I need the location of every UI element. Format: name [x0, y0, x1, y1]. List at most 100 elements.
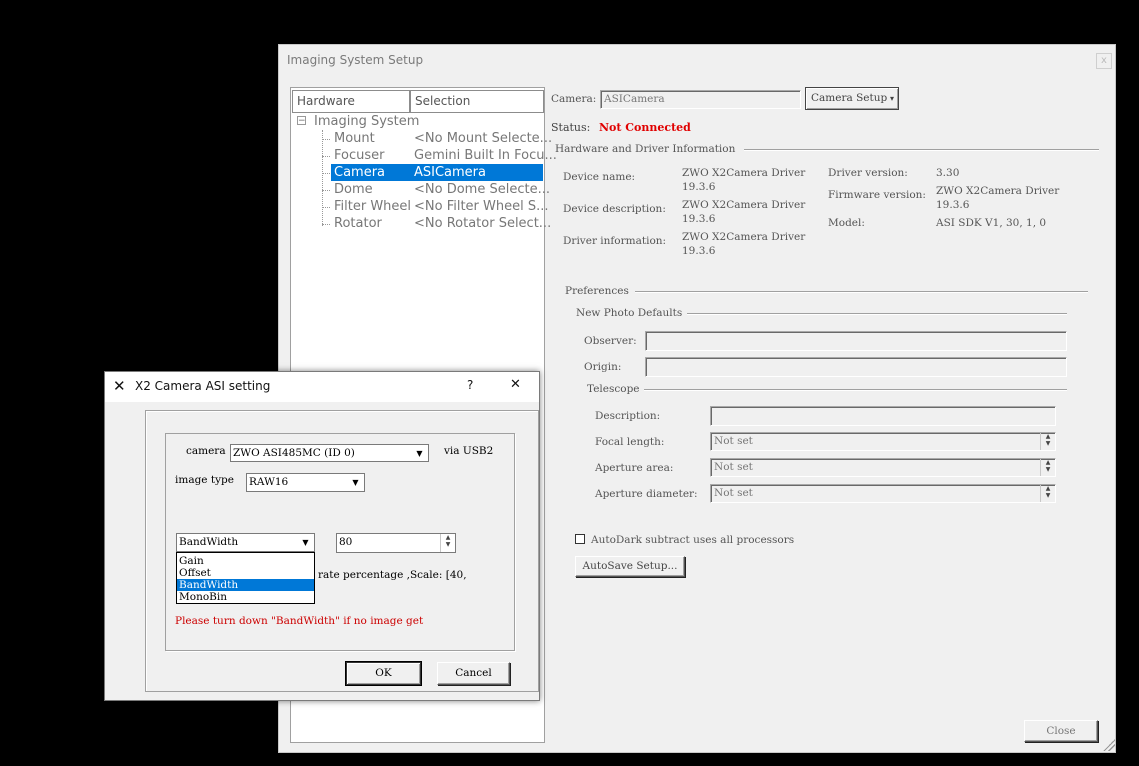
- aperture-area-field[interactable]: Not set ▲ ▼: [710, 458, 1056, 477]
- origin-field[interactable]: [645, 357, 1067, 377]
- status-value: Not Connected: [599, 121, 691, 134]
- dropdown-arrow-icon: ▾: [889, 94, 894, 103]
- aperture-diameter-value: Not set: [714, 487, 753, 499]
- camera-select-value: ZWO ASI485MC (ID 0): [233, 447, 355, 459]
- spin-down-icon[interactable]: ▼: [1041, 440, 1055, 447]
- driver-version-value: 3.30: [936, 167, 960, 179]
- control-option-monobin[interactable]: MonoBin: [177, 591, 314, 603]
- tree-collapse-toggle[interactable]: −: [297, 116, 306, 126]
- observer-field[interactable]: [645, 331, 1067, 351]
- telescope-description-label: Description:: [595, 410, 661, 422]
- window-close-button[interactable]: x: [1096, 53, 1112, 69]
- control-option-bandwidth[interactable]: BandWidth: [177, 579, 314, 591]
- aperture-area-spinner[interactable]: ▲ ▼: [1040, 459, 1055, 476]
- spin-up-icon[interactable]: ▲: [1041, 485, 1055, 492]
- tree-item-rotator-selection: <No Rotator Select...: [414, 216, 552, 231]
- via-usb-label: via USB2: [444, 445, 494, 457]
- control-select[interactable]: BandWidth ▼: [176, 533, 315, 552]
- tree-guide-line: [322, 207, 330, 208]
- telescope-description-field[interactable]: [710, 406, 1056, 426]
- dialog-close-button[interactable]: ✕: [510, 377, 521, 392]
- camera-select-label: camera: [186, 445, 226, 457]
- resize-grip-icon[interactable]: [1103, 739, 1115, 751]
- dropdown-arrow-icon[interactable]: ▼: [298, 535, 313, 550]
- autosave-setup-button[interactable]: AutoSave Setup...: [575, 556, 685, 577]
- tree-item-dome[interactable]: Dome: [334, 181, 373, 198]
- status-label: Status:: [551, 121, 591, 134]
- aperture-diameter-field[interactable]: Not set ▲ ▼: [710, 484, 1056, 503]
- tree-item-mount[interactable]: Mount: [334, 130, 375, 147]
- tree-item-focuser[interactable]: Focuser: [334, 147, 384, 164]
- preferences-group-title: Preferences: [565, 285, 629, 297]
- device-description-label: Device description:: [563, 203, 666, 215]
- spin-up-icon[interactable]: ▲: [441, 534, 455, 541]
- dialog-title: X2 Camera ASI setting: [135, 379, 271, 393]
- x2-logo-icon: ✕: [113, 377, 126, 395]
- tree-item-camera-label: Camera: [334, 164, 386, 181]
- x2-camera-asi-setting-dialog: ✕ X2 Camera ASI setting ? ✕ camera ZWO A…: [104, 371, 540, 701]
- firmware-version-value-line: ZWO X2Camera Driver: [936, 185, 1060, 197]
- control-value-field[interactable]: 80 ▲ ▼: [336, 533, 456, 553]
- focal-length-label: Focal length:: [595, 436, 665, 448]
- dialog-body: camera ZWO ASI485MC (ID 0) ▼ via USB2 im…: [145, 410, 539, 692]
- device-name-value-line: ZWO X2Camera Driver: [682, 167, 806, 179]
- dropdown-arrow-icon[interactable]: ▼: [348, 475, 363, 490]
- control-value-number: 80: [339, 536, 353, 548]
- tree-item-filter-wheel[interactable]: Filter Wheel: [334, 198, 411, 215]
- tree-item-filter-wheel-selection: <No Filter Wheel S...: [414, 199, 549, 214]
- focal-length-spinner[interactable]: ▲ ▼: [1040, 433, 1055, 450]
- spin-down-icon[interactable]: ▼: [1041, 466, 1055, 473]
- column-header-hardware[interactable]: Hardware: [292, 90, 410, 113]
- device-name-label: Device name:: [563, 171, 636, 183]
- tree-guide-line: [322, 139, 330, 140]
- autodark-checkbox[interactable]: [575, 534, 585, 544]
- observer-label: Observer:: [584, 335, 637, 347]
- cancel-button[interactable]: Cancel: [437, 662, 510, 685]
- camera-select[interactable]: ZWO ASI485MC (ID 0) ▼: [230, 444, 429, 462]
- image-type-select[interactable]: RAW16 ▼: [246, 473, 365, 492]
- dialog-titlebar[interactable]: ✕ X2 Camera ASI setting ? ✕: [105, 372, 539, 402]
- driver-information-value-line: ZWO X2Camera Driver: [682, 231, 806, 243]
- autodark-label: AutoDark subtract uses all processors: [591, 534, 795, 546]
- group-divider: [687, 313, 1067, 315]
- control-option-offset[interactable]: Offset: [177, 567, 314, 579]
- spin-up-icon[interactable]: ▲: [1041, 459, 1055, 466]
- driver-version-label: Driver version:: [828, 167, 908, 179]
- driver-information-label: Driver information:: [563, 235, 667, 247]
- control-option-gain[interactable]: Gain: [177, 555, 314, 567]
- device-name-value: ZWO X2Camera Driver 19.3.6: [682, 166, 805, 194]
- dropdown-arrow-icon[interactable]: ▼: [412, 446, 427, 461]
- new-photo-defaults-title: New Photo Defaults: [576, 307, 683, 319]
- spin-down-icon[interactable]: ▼: [441, 541, 455, 548]
- tree-item-focuser-selection: Gemini Built In Focu...: [414, 148, 557, 163]
- tree-guide-line: [322, 156, 330, 157]
- bandwidth-warning: Please turn down "BandWidth" if no image…: [175, 615, 424, 627]
- group-divider: [635, 291, 1088, 293]
- focal-length-field[interactable]: Not set ▲ ▼: [710, 432, 1056, 451]
- camera-label: Camera:: [551, 93, 597, 105]
- spin-down-icon[interactable]: ▼: [1041, 492, 1055, 499]
- ok-button[interactable]: OK: [346, 662, 421, 685]
- device-name-value-line: 19.3.6: [682, 181, 716, 193]
- close-button[interactable]: Close: [1024, 720, 1098, 742]
- firmware-version-label: Firmware version:: [828, 189, 926, 201]
- image-type-value: RAW16: [249, 476, 289, 488]
- tree-root-imaging-system[interactable]: Imaging System: [314, 113, 419, 130]
- control-value-spinner[interactable]: ▲ ▼: [440, 534, 455, 552]
- telescope-group-title: Telescope: [587, 383, 640, 395]
- camera-field: ASICamera: [600, 90, 801, 109]
- control-select-value: BandWidth: [179, 536, 239, 548]
- spin-up-icon[interactable]: ▲: [1041, 433, 1055, 440]
- tree-item-rotator[interactable]: Rotator: [334, 215, 382, 232]
- origin-label: Origin:: [584, 361, 622, 373]
- column-header-selection[interactable]: Selection: [410, 90, 544, 113]
- tree-guide-line: [322, 173, 330, 174]
- tree-guide-line: [322, 224, 330, 225]
- settings-panel: camera ZWO ASI485MC (ID 0) ▼ via USB2 im…: [165, 433, 515, 651]
- help-button[interactable]: ?: [467, 378, 473, 392]
- firmware-version-value-line: 19.3.6: [936, 199, 970, 211]
- group-divider: [744, 149, 1099, 151]
- aperture-diameter-spinner[interactable]: ▲ ▼: [1040, 485, 1055, 502]
- camera-setup-button[interactable]: Camera Setup ▾: [805, 87, 899, 110]
- device-description-value: ZWO X2Camera Driver 19.3.6: [682, 198, 805, 226]
